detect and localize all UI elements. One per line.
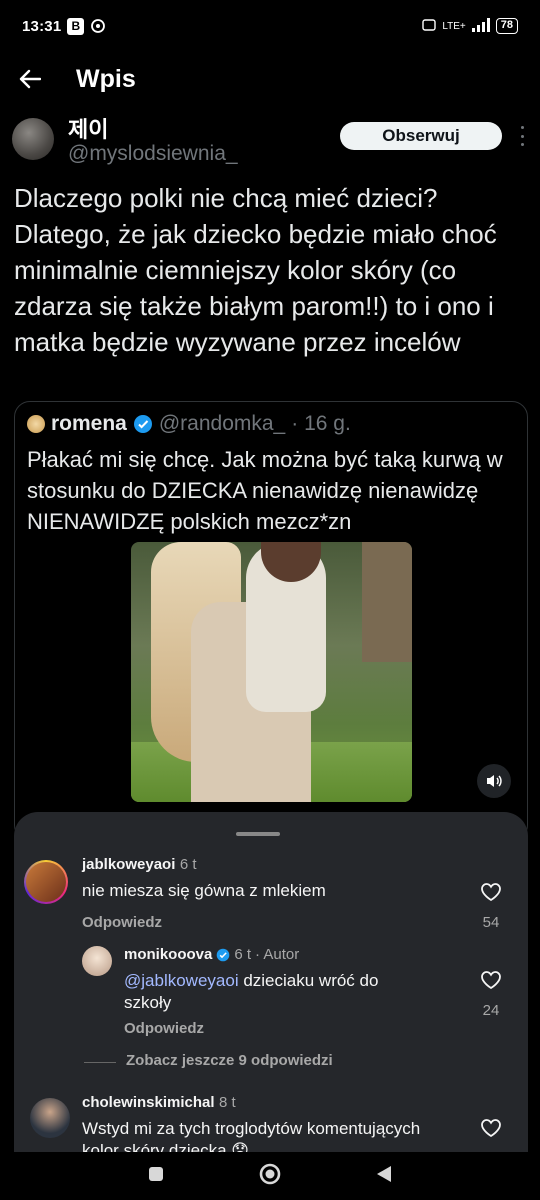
clock: 13:31 bbox=[22, 17, 62, 35]
commenter-avatar[interactable] bbox=[82, 946, 112, 976]
chat-icon bbox=[90, 18, 106, 34]
status-bar: 13:31 B LTE+ 78 bbox=[0, 0, 540, 52]
lte-label: LTE+ bbox=[442, 20, 466, 32]
triangle-back-icon bbox=[377, 1165, 391, 1182]
comment-time: 8 t bbox=[219, 1094, 236, 1111]
quoted-tweet[interactable]: romena @randomka_ · 16 g. Płakać mi się … bbox=[14, 401, 528, 841]
like-count: 24 bbox=[482, 1002, 500, 1019]
tweet-body: Dlaczego polki nie chcą mieć dzieci? Dla… bbox=[14, 183, 497, 357]
home-button[interactable] bbox=[259, 1163, 281, 1190]
comment-text: @jablkoweyaoi dzieciaku wróć do szkoły bbox=[124, 971, 379, 1012]
quote-time: · 16 g. bbox=[291, 412, 351, 435]
square-icon bbox=[149, 1166, 163, 1181]
quote-video[interactable] bbox=[131, 542, 412, 802]
comment-text: nie miesza się gówna z mlekiem bbox=[82, 881, 326, 900]
quote-handle: @randomka_ bbox=[158, 412, 286, 435]
reply-button[interactable]: Odpowiedz bbox=[82, 914, 162, 931]
commenter-avatar[interactable] bbox=[24, 860, 68, 904]
verified-badge-icon bbox=[133, 415, 152, 433]
comment-time: 6 t bbox=[234, 946, 252, 963]
back-nav-button[interactable] bbox=[375, 1164, 393, 1189]
unmute-button[interactable] bbox=[477, 764, 511, 798]
comments-sheet: jablkoweyaoi 6 t nie miesza się gówna z … bbox=[14, 812, 528, 1200]
back-button[interactable] bbox=[0, 56, 60, 102]
recent-apps-button[interactable] bbox=[147, 1165, 165, 1188]
view-more-replies[interactable]: Zobacz jeszcze 9 odpowiedzi bbox=[14, 1052, 528, 1074]
circle-icon bbox=[259, 1163, 281, 1184]
volte-icon bbox=[422, 18, 437, 35]
heart-icon[interactable] bbox=[480, 970, 502, 990]
speaker-icon bbox=[487, 775, 502, 787]
verified-badge-icon bbox=[217, 948, 230, 961]
battery-icon: 78 bbox=[495, 18, 518, 34]
quote-avatar bbox=[27, 415, 45, 433]
mention-link[interactable]: @jablkoweyaoi bbox=[124, 971, 239, 990]
author-tag: · Autor bbox=[255, 946, 300, 963]
author-name[interactable]: 제이 bbox=[68, 112, 108, 144]
more-options-icon[interactable] bbox=[516, 126, 528, 146]
comment-time: 6 t bbox=[179, 856, 197, 873]
follow-button[interactable]: Obserwuj bbox=[340, 122, 502, 150]
comment-username[interactable]: monikooova bbox=[124, 946, 212, 963]
sheet-handle[interactable] bbox=[236, 832, 280, 836]
signal-icon bbox=[471, 17, 490, 35]
heart-icon[interactable] bbox=[480, 1118, 502, 1138]
author-avatar[interactable] bbox=[12, 118, 54, 160]
tweet-author: 제이 @myslodsiewnia_ Obserwuj bbox=[12, 112, 528, 172]
comment-username[interactable]: jablkoweyaoi bbox=[82, 856, 175, 873]
view-more-replies-label[interactable]: Zobacz jeszcze 9 odpowiedzi bbox=[126, 1052, 333, 1069]
status-icons: LTE+ 78 bbox=[422, 17, 518, 35]
like-count: 54 bbox=[482, 914, 500, 931]
arrow-left-icon bbox=[19, 69, 41, 89]
commenter-avatar[interactable] bbox=[30, 1098, 70, 1138]
page-title: Wpis bbox=[76, 64, 136, 93]
comment-username[interactable]: cholewinskimichal bbox=[82, 1094, 215, 1111]
reply-button[interactable]: Odpowiedz bbox=[124, 1020, 204, 1037]
author-handle[interactable]: @myslodsiewnia_ bbox=[68, 142, 238, 166]
heart-icon[interactable] bbox=[480, 882, 502, 902]
comment-reply: monikooova 6 t · Autor @jablkoweyaoi dzi… bbox=[14, 946, 528, 1046]
quote-header: romena @randomka_ · 16 g. bbox=[27, 412, 351, 436]
top-app-bar: Wpis bbox=[0, 56, 540, 102]
quote-body: Płakać mi się chcę. Jak można być taką k… bbox=[27, 447, 503, 534]
system-nav-bar bbox=[0, 1152, 540, 1200]
b-app-icon: B bbox=[67, 17, 85, 35]
quote-name: romena bbox=[51, 412, 127, 435]
comment: jablkoweyaoi 6 t nie miesza się gówna z … bbox=[14, 856, 528, 946]
